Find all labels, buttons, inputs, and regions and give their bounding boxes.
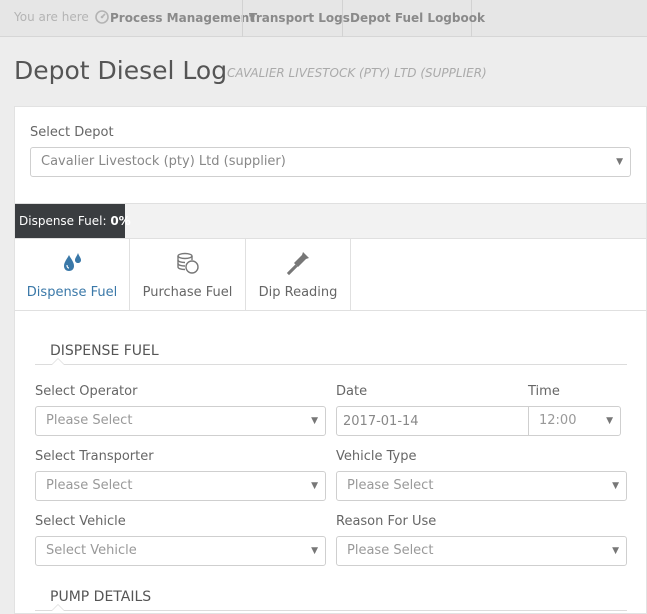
chevron-down-icon: ▼ xyxy=(311,416,318,426)
select-vehicle-label: Select Vehicle xyxy=(35,514,126,529)
time-label: Time xyxy=(528,384,560,399)
transporter-select[interactable]: Please Select ▼ xyxy=(35,471,326,501)
vehicle-select-value: Select Vehicle xyxy=(46,543,137,558)
fuel-drops-icon xyxy=(64,253,81,271)
coins-icon xyxy=(176,252,199,274)
breadcrumb-item-depot-fuel-logbook[interactable]: Depot Fuel Logbook xyxy=(342,0,485,37)
breadcrumb-prefix: You are here xyxy=(14,10,109,24)
depot-select-value: Cavalier Livestock (pty) Ltd (supplier) xyxy=(41,154,286,169)
tab-dispense-fuel-label: Dispense Fuel xyxy=(26,285,118,300)
select-transporter-label: Select Transporter xyxy=(35,449,154,464)
dashboard-gauge-icon xyxy=(94,10,109,24)
select-depot-label: Select Depot xyxy=(30,125,114,140)
depot-select[interactable]: Cavalier Livestock (pty) Ltd (supplier) … xyxy=(30,147,631,177)
transporter-select-value: Please Select xyxy=(46,478,133,493)
tab-dispense-fuel[interactable]: Dispense Fuel xyxy=(15,239,130,310)
vehicle-type-select-value: Please Select xyxy=(347,478,434,493)
breadcrumb-prefix-label: You are here xyxy=(14,10,89,24)
chevron-down-icon: ▼ xyxy=(612,546,619,556)
date-input[interactable] xyxy=(337,407,529,435)
date-time-group: 12:00 ▼ xyxy=(336,406,621,436)
dispense-progress-value: 0% xyxy=(110,214,131,228)
dispense-progress-label: Dispense Fuel: xyxy=(19,214,107,228)
chevron-down-icon: ▼ xyxy=(606,416,613,426)
breadcrumb-item-transport-logs[interactable]: Transport Logs xyxy=(242,0,350,37)
fuel-log-card: Select Depot Cavalier Livestock (pty) Lt… xyxy=(14,106,647,614)
chevron-down-icon: ▼ xyxy=(616,157,623,167)
page-title: Depot Diesel Log xyxy=(14,56,228,85)
date-label: Date xyxy=(336,384,368,399)
vehicle-select[interactable]: Select Vehicle ▼ xyxy=(35,536,326,566)
tab-dip-reading[interactable]: Dip Reading xyxy=(246,239,351,310)
chevron-down-icon: ▼ xyxy=(311,481,318,491)
dispense-fuel-section-header: DISPENSE FUEL xyxy=(35,337,627,365)
reason-for-use-select[interactable]: Please Select ▼ xyxy=(336,536,627,566)
reason-for-use-select-value: Please Select xyxy=(347,543,434,558)
dropper-icon xyxy=(286,252,309,276)
vehicle-type-select[interactable]: Please Select ▼ xyxy=(336,471,627,501)
select-operator-label: Select Operator xyxy=(35,384,138,399)
section-notch xyxy=(51,358,65,365)
fuel-tabs: Dispense Fuel Purchase Fuel Dip Reading xyxy=(15,239,646,311)
chevron-down-icon: ▼ xyxy=(612,481,619,491)
vehicle-type-label: Vehicle Type xyxy=(336,449,417,464)
breadcrumb-item-process-management[interactable]: Process Management xyxy=(110,0,255,37)
tab-purchase-fuel[interactable]: Purchase Fuel xyxy=(130,239,246,310)
time-select[interactable]: 12:00 ▼ xyxy=(530,407,620,435)
reason-for-use-label: Reason For Use xyxy=(336,514,437,529)
operator-select[interactable]: Please Select ▼ xyxy=(35,406,326,436)
tab-purchase-fuel-label: Purchase Fuel xyxy=(142,285,233,300)
operator-select-value: Please Select xyxy=(46,413,133,428)
time-select-value: 12:00 xyxy=(539,413,577,428)
page-subtitle: CAVALIER LIVESTOCK (PTY) LTD (SUPPLIER) xyxy=(227,66,487,80)
breadcrumb: You are here Process Management Transpor… xyxy=(0,0,647,37)
dispense-progress-bar: Dispense Fuel: 0% xyxy=(15,204,131,238)
tab-dip-reading-label: Dip Reading xyxy=(258,285,338,300)
dispense-fuel-heading: DISPENSE FUEL xyxy=(50,343,159,359)
chevron-down-icon: ▼ xyxy=(311,546,318,556)
dispense-progress: Dispense Fuel: 0% xyxy=(15,203,646,239)
section-notch xyxy=(51,604,65,611)
pump-details-section-header: PUMP DETAILS xyxy=(35,583,627,611)
pump-details-heading: PUMP DETAILS xyxy=(50,589,152,605)
